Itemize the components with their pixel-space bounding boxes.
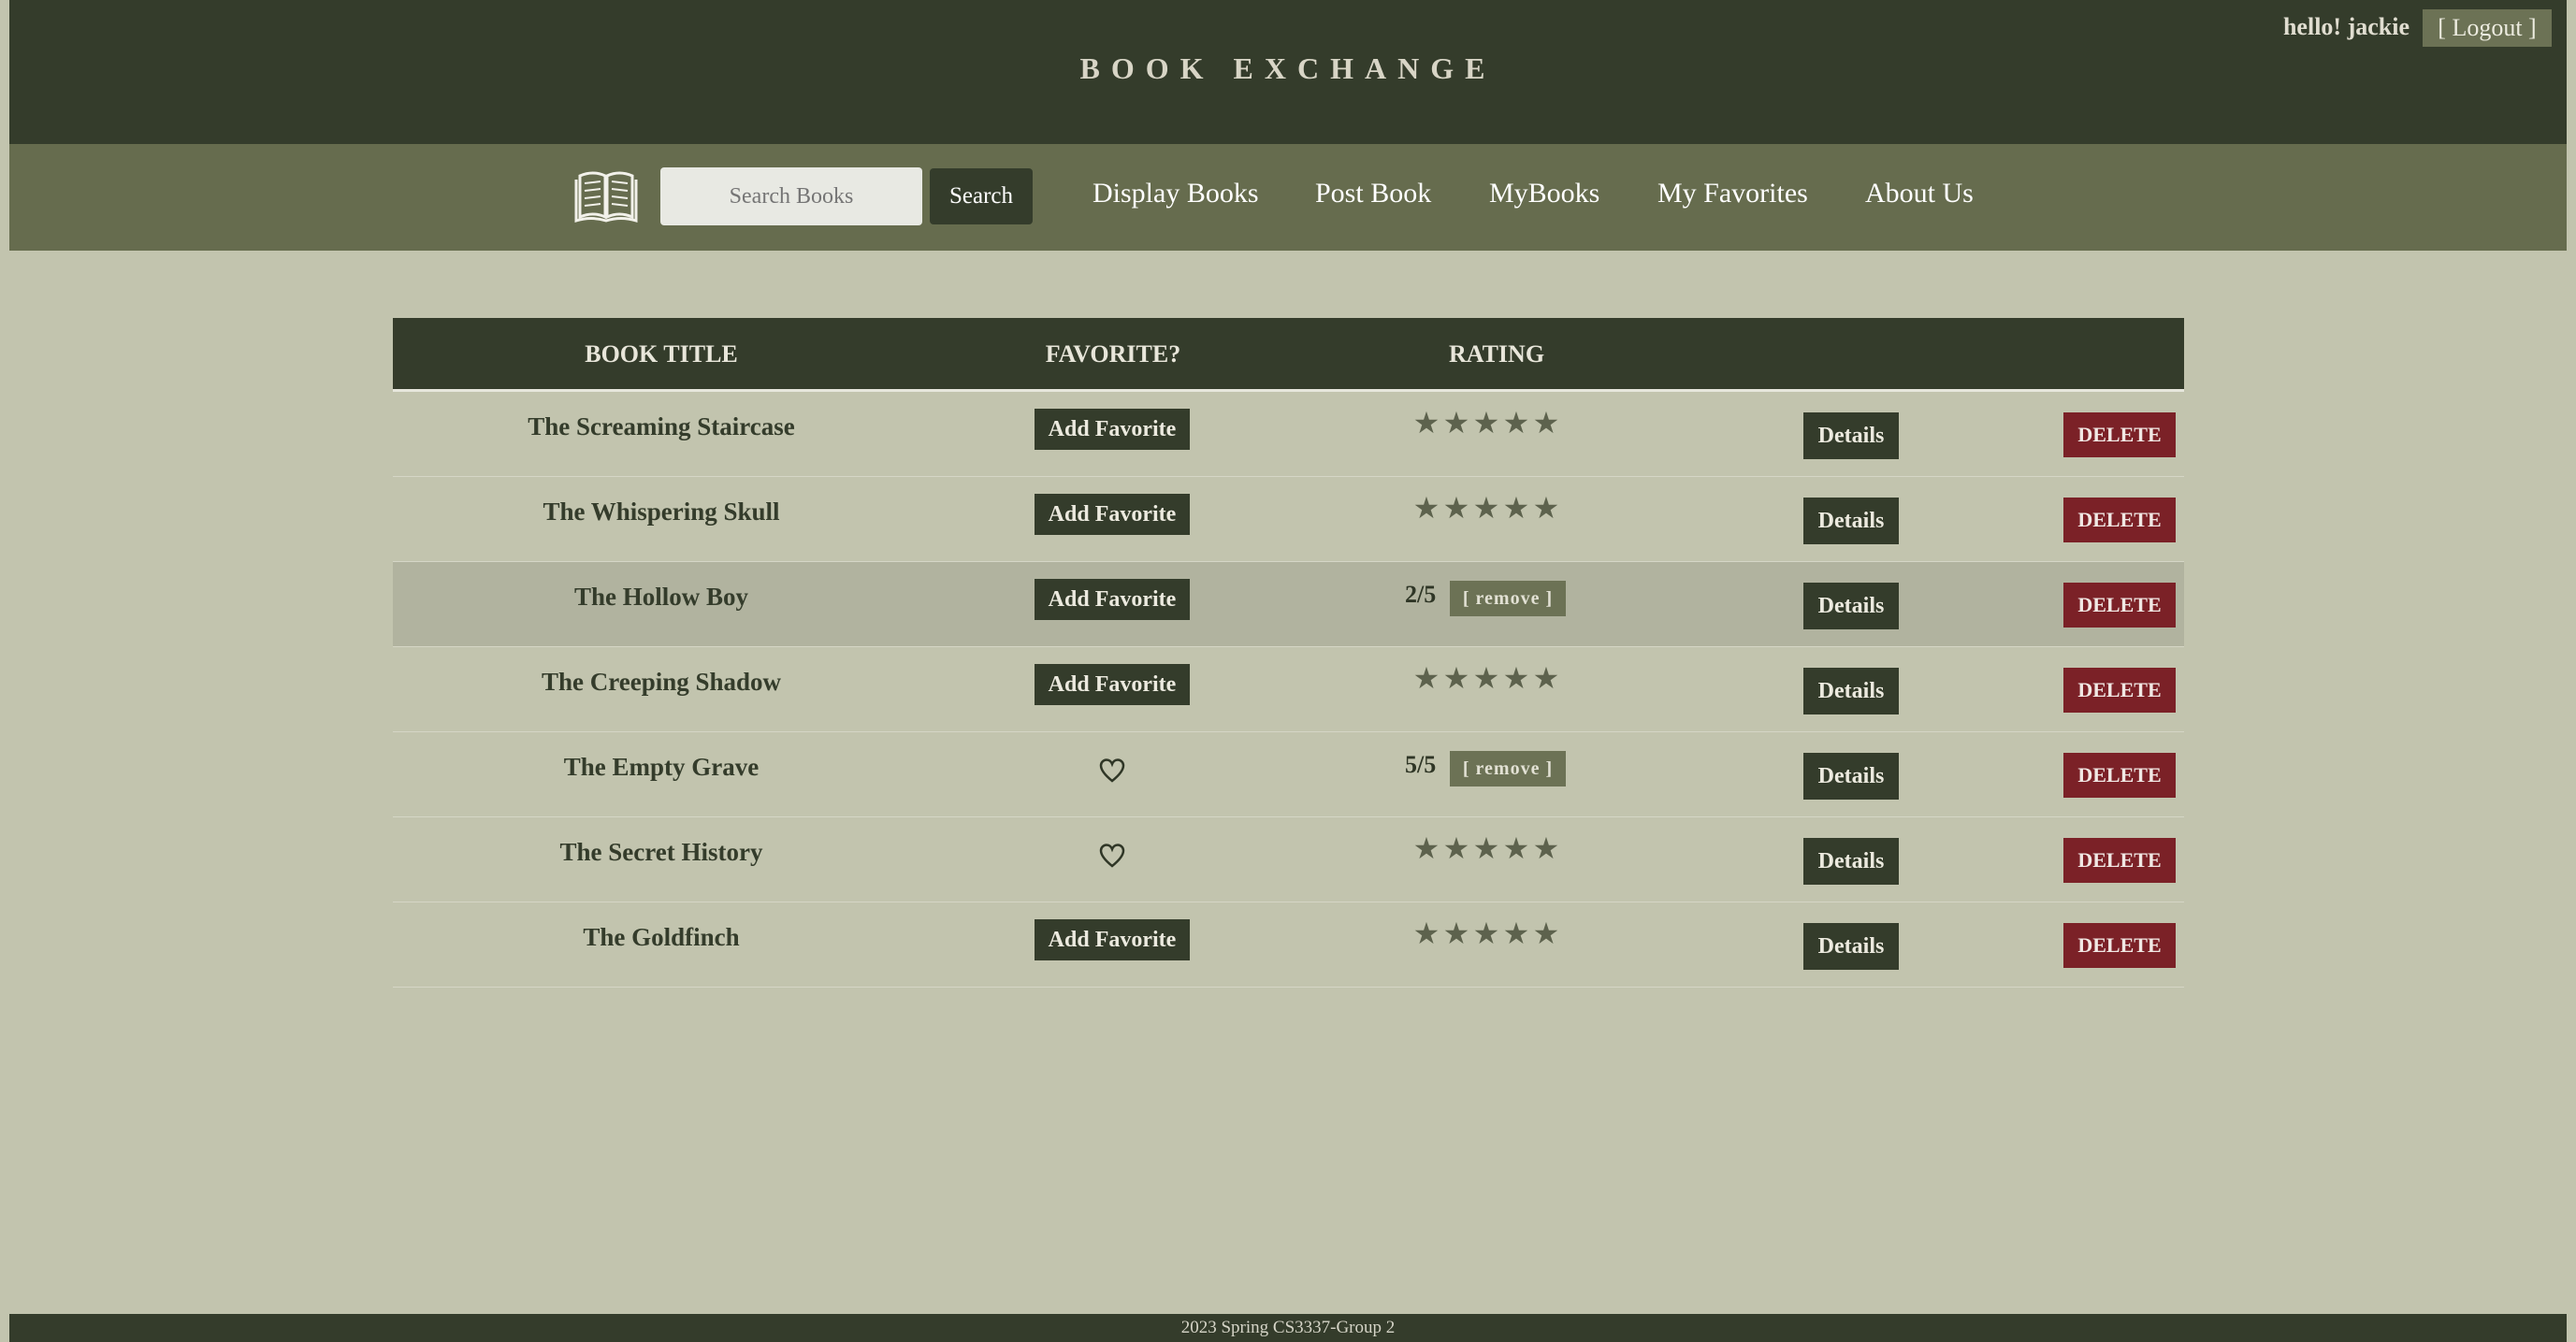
delete-button[interactable]: DELETE [2063,923,2176,968]
table-row: The Empty Grave 5/5 [ remove ] Details DELET… [393,732,2184,817]
star-icon[interactable]: ★ [1532,490,1560,526]
remove-rating-button[interactable]: [ remove ] [1450,581,1566,616]
table-header: BOOK TITLE FAVORITE? RATING [393,318,2184,392]
star-icon[interactable]: ★ [1502,660,1530,696]
star-icon[interactable]: ★ [1412,405,1440,440]
star-icon[interactable]: ★ [1412,660,1440,696]
table-row: The Screaming Staircase Add Favorite ★ ★ ★ ★ ★… [393,392,2184,477]
star-icon[interactable]: ★ [1442,830,1470,866]
details-button[interactable]: Details [1803,583,1899,629]
star-icon[interactable]: ★ [1442,405,1470,440]
remove-rating-button[interactable]: [ remove ] [1450,751,1566,786]
book-title: The Goldfinch [583,923,740,951]
open-book-icon[interactable] [574,163,638,224]
star-icon[interactable]: ★ [1502,830,1530,866]
star-icon[interactable]: ★ [1472,660,1500,696]
nav-display-books[interactable]: Display Books [1093,178,1259,209]
header-rating: RATING [1448,340,1545,368]
logout-button[interactable]: [ Logout ] [2423,9,2552,47]
nav-post-book[interactable]: Post Book [1315,178,1431,209]
table-body: The Screaming Staircase Add Favorite ★ ★ ★ ★ ★… [393,392,2184,988]
delete-button[interactable]: DELETE [2063,583,2176,628]
star-rating: ★ ★ ★ ★ ★ [1412,490,1560,526]
nav-my-favorites[interactable]: My Favorites [1657,178,1808,209]
star-icon[interactable]: ★ [1502,490,1530,526]
add-favorite-button[interactable]: Add Favorite [1035,579,1190,620]
details-button[interactable]: Details [1803,838,1899,885]
star-icon[interactable]: ★ [1532,405,1560,440]
details-button[interactable]: Details [1803,412,1899,459]
rating-value: 2/5 [1405,581,1437,608]
star-icon[interactable]: ★ [1472,490,1500,526]
delete-button[interactable]: DELETE [2063,838,2176,883]
search-button[interactable]: Search [930,168,1033,224]
header-favorite: FAVORITE? [1045,340,1181,368]
book-title: The Creeping Shadow [541,668,782,696]
star-icon[interactable]: ★ [1442,490,1470,526]
books-table: BOOK TITLE FAVORITE? RATING The Screamin… [393,318,2184,988]
header-book-title: BOOK TITLE [585,340,738,368]
table-row: The Secret History ★ ★ ★ ★ ★ Details DELETE [393,817,2184,902]
star-icon[interactable]: ★ [1502,405,1530,440]
delete-button[interactable]: DELETE [2063,412,2176,457]
details-button[interactable]: Details [1803,753,1899,800]
star-icon[interactable]: ★ [1532,916,1560,951]
details-button[interactable]: Details [1803,923,1899,970]
delete-button[interactable]: DELETE [2063,498,2176,542]
rating-value: 5/5 [1405,751,1437,778]
nav-about-us[interactable]: About Us [1865,178,1974,209]
delete-button[interactable]: DELETE [2063,668,2176,713]
footer: 2023 Spring CS3337-Group 2 [9,1314,2567,1342]
table-row: The Creeping Shadow Add Favorite ★ ★ ★ ★ ★ Deta… [393,647,2184,732]
add-favorite-button[interactable]: Add Favorite [1035,494,1190,535]
book-title: The Screaming Staircase [528,412,795,440]
star-rating: ★ ★ ★ ★ ★ [1412,660,1560,696]
search-input[interactable] [660,167,922,225]
star-icon[interactable]: ★ [1502,916,1530,951]
star-icon[interactable]: ★ [1442,916,1470,951]
navbar: Search Display Books Post Book MyBooks M… [9,144,2567,251]
heart-outline-icon[interactable] [1098,757,1126,785]
book-title: The Secret History [559,838,763,866]
table-row: The Whispering Skull Add Favorite ★ ★ ★ ★ ★ Det… [393,477,2184,562]
star-icon[interactable]: ★ [1532,660,1560,696]
star-rating: ★ ★ ★ ★ ★ [1412,405,1560,440]
star-icon[interactable]: ★ [1472,916,1500,951]
star-icon[interactable]: ★ [1412,916,1440,951]
add-favorite-button[interactable]: Add Favorite [1035,919,1190,960]
star-icon[interactable]: ★ [1442,660,1470,696]
book-title: The Whispering Skull [543,498,780,526]
star-rating: ★ ★ ★ ★ ★ [1412,916,1560,951]
star-icon[interactable]: ★ [1472,405,1500,440]
star-icon[interactable]: ★ [1472,830,1500,866]
nav-mybooks[interactable]: MyBooks [1489,178,1599,209]
star-icon[interactable]: ★ [1532,830,1560,866]
add-favorite-button[interactable]: Add Favorite [1035,409,1190,450]
site-title: BOOK EXCHANGE [1079,51,1497,85]
table-row: The Goldfinch Add Favorite ★ ★ ★ ★ ★ Details DEL… [393,902,2184,988]
app-frame: BOOK EXCHANGE hello! jackie [ Logout ] S… [9,0,2567,1342]
delete-button[interactable]: DELETE [2063,753,2176,798]
user-greeting: hello! jackie [2282,13,2410,40]
book-title: The Empty Grave [563,753,760,781]
details-button[interactable]: Details [1803,668,1899,714]
details-button[interactable]: Details [1803,498,1899,544]
star-rating: ★ ★ ★ ★ ★ [1412,830,1560,866]
add-favorite-button[interactable]: Add Favorite [1035,664,1190,705]
star-icon[interactable]: ★ [1412,490,1440,526]
heart-outline-icon[interactable] [1098,842,1126,870]
star-icon[interactable]: ★ [1412,830,1440,866]
top-header: BOOK EXCHANGE hello! jackie [ Logout ] [9,0,2567,144]
book-title: The Hollow Boy [573,583,749,611]
table-row: The Hollow Boy Add Favorite 2/5 [ remove ] D… [393,562,2184,647]
